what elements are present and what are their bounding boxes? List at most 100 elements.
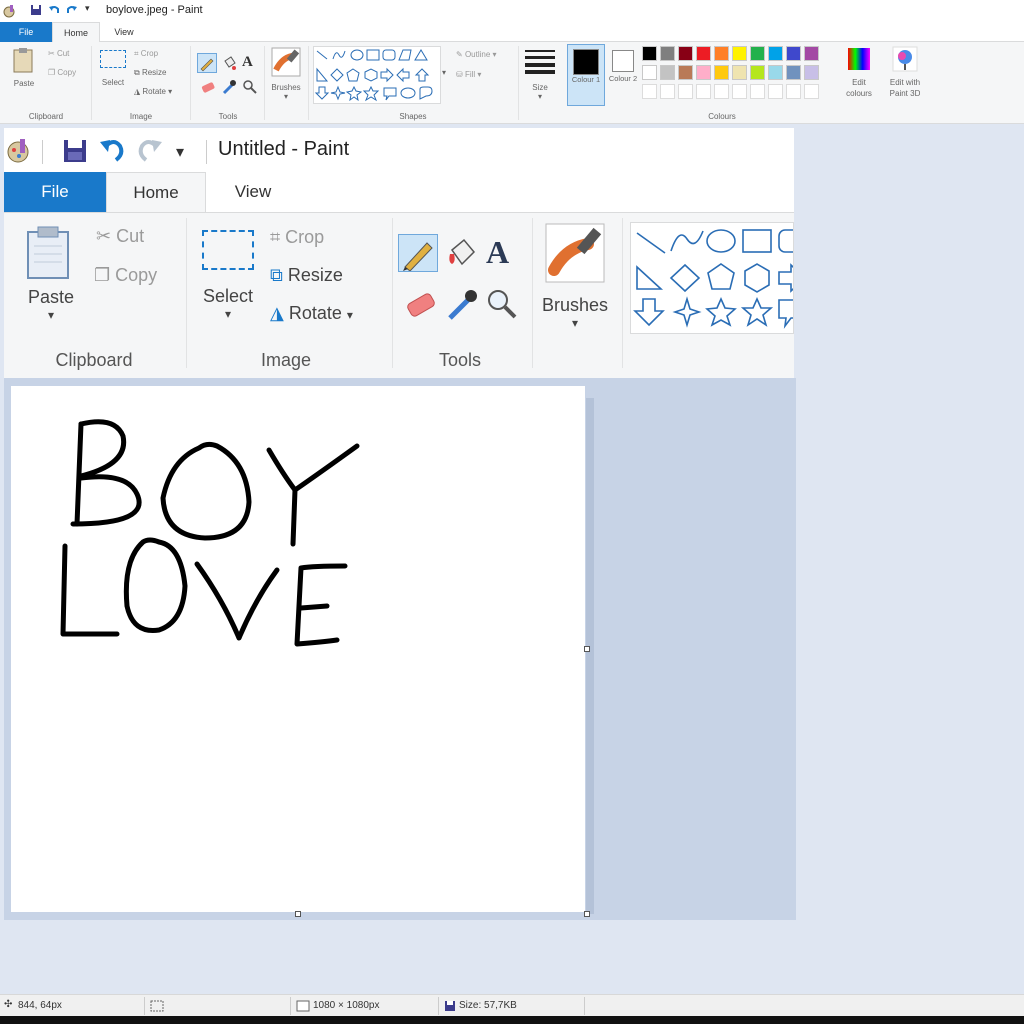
shapes-gallery[interactable] <box>313 46 441 104</box>
colour-picker-icon[interactable] <box>221 79 237 95</box>
resize-handle-right[interactable] <box>584 646 590 652</box>
undo-icon[interactable] <box>48 4 60 16</box>
colour-swatch[interactable] <box>786 65 801 80</box>
crop-button[interactable]: ⌗ Crop <box>134 49 158 59</box>
colour-swatch[interactable] <box>660 65 675 80</box>
drawing-canvas[interactable] <box>11 386 585 912</box>
resize-handle-bottom[interactable] <box>295 911 301 917</box>
colour-swatch[interactable] <box>768 65 783 80</box>
custom-colour-slot[interactable] <box>732 84 747 99</box>
colour-swatch[interactable] <box>678 65 693 80</box>
inner-magnifier-icon[interactable] <box>486 288 518 322</box>
colour-swatch[interactable] <box>750 46 765 61</box>
inner-rotate-button[interactable]: ◮ Rotate ▾ <box>270 303 353 324</box>
colour-swatch[interactable] <box>732 46 747 61</box>
outline-button[interactable]: ✎ Outline ▾ <box>456 50 497 59</box>
copy-button[interactable]: ❐ Copy <box>48 68 76 77</box>
separator <box>308 46 309 120</box>
separator <box>206 140 207 164</box>
inner-shapes-gallery[interactable] <box>630 222 794 334</box>
custom-colour-slot[interactable] <box>804 84 819 99</box>
save-icon[interactable] <box>30 4 42 16</box>
colour-swatch[interactable] <box>642 65 657 80</box>
custom-colour-slot[interactable] <box>642 84 657 99</box>
tab-home[interactable]: Home <box>52 22 100 42</box>
inner-copy-button[interactable]: ❐ Copy <box>94 265 157 286</box>
select-button[interactable]: Select <box>98 48 128 100</box>
pencil-tool-button[interactable] <box>197 53 217 73</box>
colour-swatch[interactable] <box>768 46 783 61</box>
shapes-scroll-icon[interactable]: ▾ <box>442 68 446 77</box>
colour-1-button[interactable]: Colour 1 <box>567 44 605 106</box>
inner-fill-bucket-icon[interactable] <box>446 236 478 270</box>
colour-2-label: Colour 2 <box>608 74 638 83</box>
redo-icon[interactable] <box>66 4 78 16</box>
inner-tab-file[interactable]: File <box>4 172 106 212</box>
edit-with-paint3d-button[interactable]: Edit with Paint 3D <box>882 46 928 106</box>
tab-view[interactable]: View <box>104 22 144 42</box>
inner-tab-home[interactable]: Home <box>106 172 206 212</box>
colour-swatch[interactable] <box>642 46 657 61</box>
colour-swatch[interactable] <box>696 65 711 80</box>
paste-button[interactable]: Paste <box>8 46 40 98</box>
title-bar: ▾ boylove.jpeg - Paint <box>0 0 1024 22</box>
text-tool-icon[interactable]: A <box>242 54 253 71</box>
custom-colour-slot[interactable] <box>678 84 693 99</box>
eraser-icon[interactable] <box>200 80 216 94</box>
inner-cut-icon: ✂ <box>96 226 112 246</box>
inner-undo-icon[interactable] <box>98 136 126 164</box>
colour-swatch[interactable] <box>804 46 819 61</box>
edit-with-paint3d-label: Edit with Paint 3D <box>889 78 921 98</box>
colour-swatch[interactable] <box>786 46 801 61</box>
resize-handle-corner[interactable] <box>584 911 590 917</box>
inner-cut-button[interactable]: ✂ Cut <box>96 226 144 247</box>
inner-brushes-button[interactable]: Brushes ▾ <box>540 222 610 332</box>
fill-button[interactable]: ⛁ Fill ▾ <box>456 70 481 79</box>
tab-file[interactable]: File <box>0 22 52 42</box>
size-button[interactable]: Size ▾ <box>524 48 556 104</box>
inner-crop-button[interactable]: ⌗ Crop <box>270 227 324 248</box>
separator <box>290 997 291 1015</box>
cut-button[interactable]: ✂ Cut <box>48 49 69 58</box>
inner-tab-view[interactable]: View <box>210 172 296 212</box>
separator <box>584 997 585 1015</box>
colour-swatch[interactable] <box>714 46 729 61</box>
custom-colour-slot[interactable] <box>768 84 783 99</box>
custom-colour-slot[interactable] <box>714 84 729 99</box>
canvas-size-icon <box>296 1000 310 1012</box>
edit-colours-button[interactable]: Edit colours <box>843 46 875 106</box>
customize-qat-icon[interactable]: ▾ <box>85 3 90 14</box>
inner-colour-picker-icon[interactable] <box>446 288 478 322</box>
colour-swatch[interactable] <box>660 46 675 61</box>
inner-customize-qat-icon[interactable]: ▾ <box>176 142 184 162</box>
custom-colour-slot[interactable] <box>696 84 711 99</box>
inner-rotate-icon: ◮ <box>270 303 284 323</box>
custom-colour-slot[interactable] <box>750 84 765 99</box>
custom-colour-slot[interactable] <box>786 84 801 99</box>
inner-save-icon[interactable] <box>62 138 88 164</box>
colour-swatch[interactable] <box>732 65 747 80</box>
colour-swatch[interactable] <box>696 46 711 61</box>
colour-swatch[interactable] <box>750 65 765 80</box>
paint3d-icon <box>892 46 918 72</box>
inner-redo-icon[interactable] <box>136 136 164 164</box>
colour-swatch[interactable] <box>804 65 819 80</box>
fill-bucket-icon[interactable] <box>221 55 237 71</box>
colour-swatch[interactable] <box>714 65 729 80</box>
colour-swatch[interactable] <box>678 46 693 61</box>
rotate-button[interactable]: ◮ Rotate ▾ <box>134 87 172 96</box>
custom-colour-slot[interactable] <box>660 84 675 99</box>
inner-paste-button[interactable]: Paste ▾ <box>22 224 80 334</box>
resize-button[interactable]: ⧉ Resize <box>134 68 166 78</box>
inner-eraser-icon[interactable] <box>404 290 438 320</box>
inner-select-button[interactable]: Select ▾ <box>198 228 258 334</box>
magnifier-icon[interactable] <box>242 79 258 95</box>
file-size: Size: 57,7KB <box>459 1000 517 1011</box>
inner-select-label: Select <box>202 286 254 306</box>
inner-pencil-tool-button[interactable] <box>398 234 438 272</box>
brushes-button[interactable]: Brushes ▾ <box>268 46 304 104</box>
shapes-gallery-icons <box>314 49 433 102</box>
colour-2-button[interactable]: Colour 2 <box>607 44 639 106</box>
inner-text-tool-icon[interactable]: A <box>486 234 509 271</box>
inner-resize-button[interactable]: ⧉ Resize <box>270 265 343 286</box>
